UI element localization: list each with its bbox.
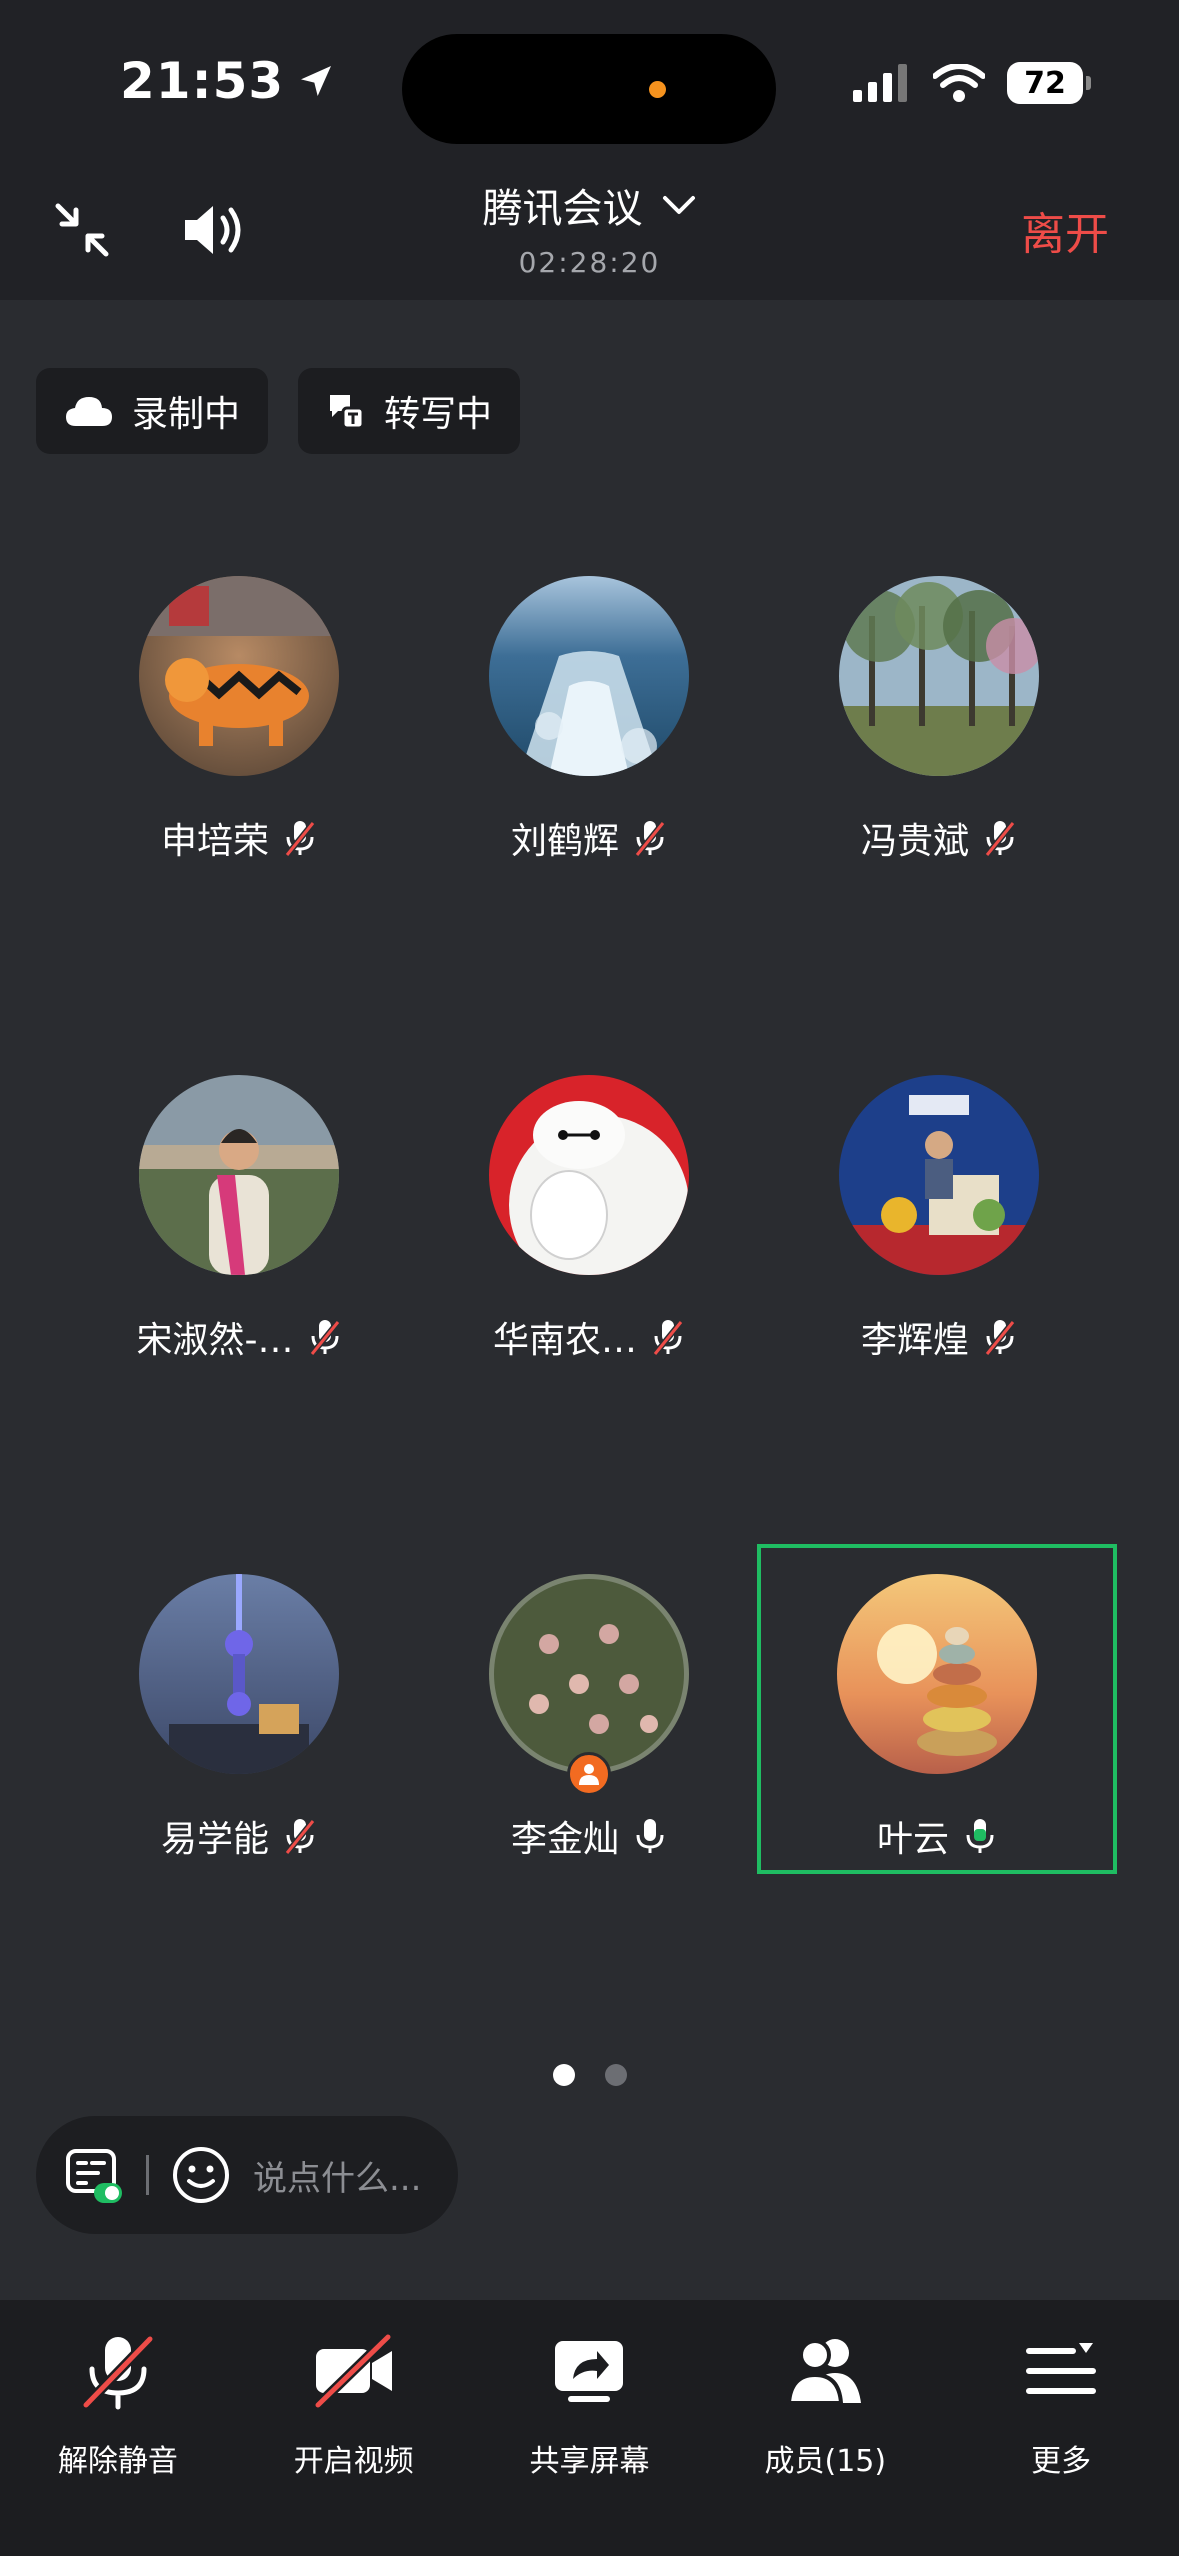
- members-label: 成员(15): [764, 2444, 887, 2479]
- participant-name: 易学能: [160, 1819, 269, 1860]
- chat-bar[interactable]: 说点什么...: [36, 2116, 458, 2234]
- participant-name-row: 申培荣: [59, 812, 419, 864]
- cloud-icon: [66, 397, 112, 426]
- mic-muted-icon: [284, 821, 316, 857]
- recording-label: 录制中: [132, 394, 241, 435]
- dynamic-island: [402, 34, 776, 144]
- participant-name-row: 李辉煌: [759, 1311, 1119, 1363]
- mic-muted-icon: [82, 2335, 154, 2410]
- participant-name-row: 刘鹤辉: [409, 812, 769, 864]
- host-person-icon: [579, 1764, 599, 1785]
- meeting-title: 腾讯会议: [482, 186, 643, 232]
- mic-muted-icon: [309, 1320, 340, 1356]
- transcribing-chip[interactable]: 转写中: [298, 368, 521, 454]
- transcribing-label: 转写中: [384, 394, 493, 435]
- mic-icon: [636, 1819, 664, 1853]
- location-arrow-icon: [301, 66, 332, 96]
- page-dot[interactable]: [604, 2064, 627, 2086]
- participant-name: 李金灿: [510, 1819, 619, 1860]
- participant-tile[interactable]: 冯贵斌: [759, 548, 1119, 878]
- participant-name-row: 冯贵斌: [759, 812, 1119, 864]
- page-indicator[interactable]: [0, 2064, 1179, 2086]
- mic-muted-icon: [652, 1320, 684, 1356]
- mic-muted-icon: [984, 821, 1016, 857]
- status-time: 21:53: [120, 52, 336, 110]
- avatar: [489, 1574, 689, 1774]
- participant-tile[interactable]: 刘鹤辉: [409, 548, 769, 878]
- host-badge: [567, 1752, 611, 1796]
- participant-name: 叶云: [876, 1819, 949, 1860]
- wifi-icon: [933, 64, 985, 102]
- participant-name: 李辉煌: [860, 1320, 969, 1361]
- more-icon: [1026, 2343, 1097, 2394]
- participant-name-row: 华南农…: [409, 1311, 769, 1363]
- participant-tile[interactable]: 李金灿: [409, 1546, 769, 1876]
- share-screen-icon: [555, 2341, 624, 2402]
- mic-speaking-icon: [966, 1819, 994, 1853]
- chat-input[interactable]: 说点什么...: [253, 2151, 421, 2200]
- members-icon: [787, 2339, 862, 2405]
- page-dot-active[interactable]: [552, 2064, 575, 2086]
- privacy-indicator-dot: [649, 81, 666, 98]
- mic-muted-icon: [634, 821, 666, 857]
- share-screen-button[interactable]: 共享屏幕: [489, 2300, 689, 2556]
- meeting-title-dropdown[interactable]: 腾讯会议: [0, 176, 1179, 234]
- bottom-toolbar: 解除静音 开启视频 共享屏幕 成员(15) 更多: [0, 2300, 1179, 2556]
- participant-name: 申培荣: [160, 821, 269, 862]
- top-bar: 21:53 72 腾讯会议 02:28:20 离开: [0, 0, 1179, 300]
- participant-tile[interactable]: 易学能: [59, 1546, 419, 1876]
- avatar: [489, 576, 689, 776]
- avatar: [139, 576, 339, 776]
- start-video-label: 开启视频: [293, 2444, 414, 2479]
- participant-name: 宋淑然-…: [136, 1320, 294, 1361]
- emoji-icon[interactable]: [171, 2145, 231, 2205]
- participant-name-row: 叶云: [761, 1810, 1113, 1862]
- avatar: [839, 576, 1039, 776]
- transcribe-icon: [330, 395, 365, 430]
- unmute-button[interactable]: 解除静音: [18, 2300, 218, 2556]
- chevron-down-icon: [662, 196, 695, 214]
- battery-level: 72: [1024, 65, 1066, 101]
- leave-button[interactable]: 离开: [1021, 198, 1109, 262]
- start-video-button[interactable]: 开启视频: [254, 2300, 454, 2556]
- meeting-timer: 02:28:20: [518, 246, 661, 279]
- caption-toggle-icon[interactable]: [64, 2145, 124, 2205]
- chat-separator: [146, 2155, 149, 2195]
- avatar: [837, 1574, 1037, 1774]
- more-label: 更多: [1031, 2444, 1092, 2479]
- battery-indicator: 72: [1007, 62, 1091, 104]
- avatar: [139, 1574, 339, 1774]
- share-screen-label: 共享屏幕: [529, 2444, 650, 2479]
- participant-name-row: 易学能: [59, 1810, 419, 1862]
- mic-muted-icon: [284, 1819, 316, 1855]
- participant-name-row: 李金灿: [409, 1810, 769, 1862]
- recording-chip[interactable]: 录制中: [36, 368, 269, 454]
- cellular-signal-icon: [853, 64, 907, 102]
- participant-tile[interactable]: 李辉煌: [759, 1047, 1119, 1377]
- status-indicators: 72: [853, 62, 1091, 104]
- participant-tile[interactable]: 宋淑然-…: [59, 1047, 419, 1377]
- members-button[interactable]: 成员(15): [725, 2300, 925, 2556]
- participant-name: 华南农…: [492, 1320, 637, 1361]
- participant-name: 冯贵斌: [860, 821, 969, 862]
- participant-tile[interactable]: 申培荣: [59, 548, 419, 878]
- clock: 21:53: [120, 52, 285, 110]
- participant-tile[interactable]: 华南农…: [409, 1047, 769, 1377]
- more-button[interactable]: 更多: [961, 2300, 1161, 2556]
- avatar: [139, 1075, 339, 1275]
- status-chips: 录制中 转写中: [36, 368, 521, 454]
- video-off-icon: [314, 2333, 392, 2409]
- avatar: [489, 1075, 689, 1275]
- mic-muted-icon: [984, 1320, 1016, 1356]
- avatar: [839, 1075, 1039, 1275]
- unmute-label: 解除静音: [57, 2444, 178, 2479]
- participant-name-row: 宋淑然-…: [59, 1311, 419, 1363]
- participant-name: 刘鹤辉: [510, 821, 619, 862]
- participant-tile-active-speaker[interactable]: 叶云: [757, 1544, 1117, 1874]
